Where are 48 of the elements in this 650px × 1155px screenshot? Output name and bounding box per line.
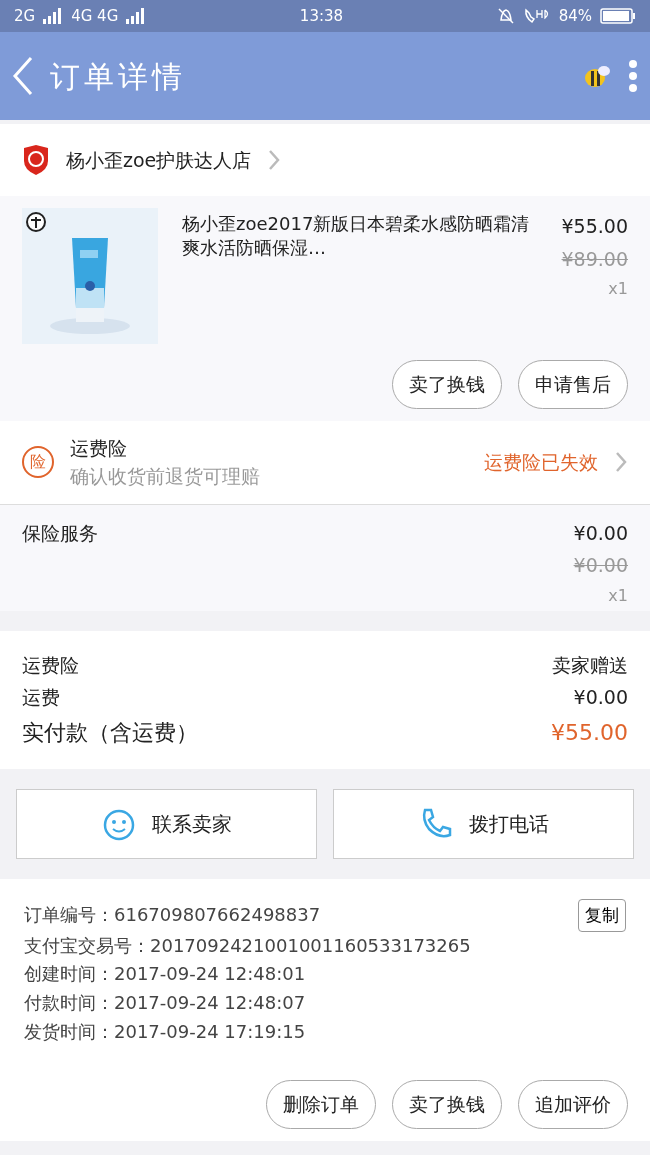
- chevron-icon[interactable]: [267, 148, 282, 172]
- insurance-status[interactable]: 运费险已失效: [484, 447, 598, 477]
- contact-button[interactable]: 拨打电话: [333, 788, 634, 859]
- phone-hd-icon: [522, 7, 551, 25]
- shop-name: 杨小歪zoe护肤达人店: [66, 147, 252, 173]
- original-price: ¥0.00: [573, 553, 628, 578]
- total-value: ¥0.00: [573, 685, 628, 710]
- battery-icon: [600, 7, 636, 25]
- total-label: 运费: [22, 685, 60, 710]
- action-button[interactable]: 卖了换钱: [392, 1080, 502, 1129]
- insurance-badge: 险: [22, 446, 54, 478]
- battery-percent: 84%: [558, 5, 592, 27]
- service-label: 保险服务: [22, 520, 98, 546]
- total-value: 卖家赠送: [552, 652, 628, 678]
- signal-label: 2G: [14, 5, 36, 27]
- total-value: ¥55.00: [551, 718, 628, 747]
- order-info-line: 支付宝交易号：2017092421001001160533173265: [24, 934, 471, 956]
- signal-label: 4G 4G: [71, 5, 119, 27]
- signal-icon: [43, 8, 64, 24]
- order-info-line: 付款时间：2017-09-24 12:48:07: [24, 992, 306, 1014]
- copy-button[interactable]: 复制: [578, 898, 626, 932]
- original-price: ¥89.00: [561, 246, 628, 272]
- total-label: 运费险: [22, 652, 79, 678]
- action-button[interactable]: 申请售后: [518, 360, 628, 409]
- bee-icon: [582, 63, 612, 89]
- action-button[interactable]: 追加评价: [518, 1080, 628, 1129]
- action-button[interactable]: 删除订单: [266, 1080, 376, 1129]
- action-button[interactable]: 卖了换钱: [392, 360, 502, 409]
- bell-muted-icon: [496, 7, 515, 25]
- total-label: 实付款（含运费）: [22, 718, 198, 747]
- chevron-icon[interactable]: [614, 450, 628, 474]
- product-price: ¥55.00: [561, 214, 628, 239]
- back-icon[interactable]: [12, 56, 34, 96]
- product-title: 杨小歪zoe2017新版日本碧柔水感防晒霜清爽水活防晒保湿…: [182, 212, 531, 261]
- quantity: x1: [608, 278, 628, 300]
- more-icon[interactable]: [628, 59, 638, 93]
- page-title: 订单详情: [50, 57, 187, 96]
- service-price: ¥0.00: [573, 520, 628, 546]
- quantity: x1: [608, 584, 628, 607]
- order-info-line: 创建时间：2017-09-24 12:48:01: [24, 963, 306, 985]
- order-info-line: 发货时间：2017-09-24 17:19:15: [24, 1021, 306, 1043]
- shop-badge-icon: [22, 145, 50, 175]
- clock: 13:38: [299, 6, 344, 25]
- insurance-subtitle: 确认收货前退货可理赔: [70, 464, 261, 489]
- signal-icon: [126, 8, 147, 24]
- order-info-line: 订单编号：616709807662498837: [24, 902, 321, 927]
- contact-button[interactable]: 联系卖家: [16, 788, 317, 859]
- insurance-title: 运费险: [70, 435, 128, 461]
